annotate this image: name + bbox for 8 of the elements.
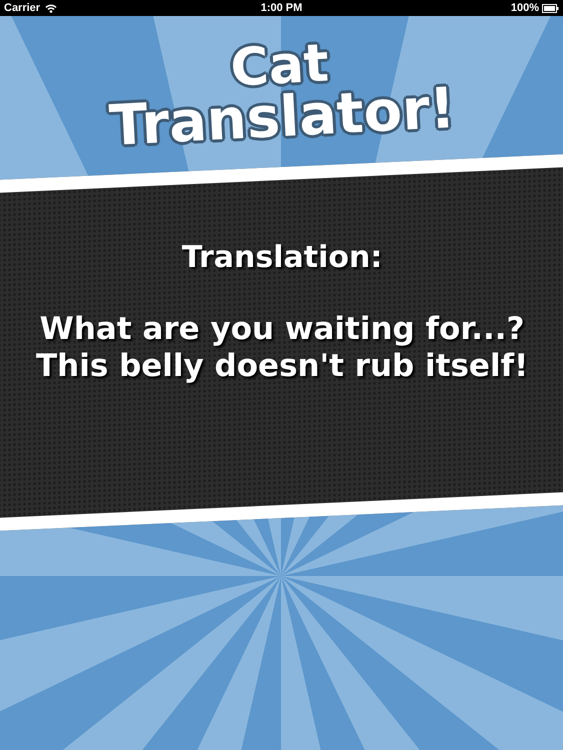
battery-percent: 100% bbox=[510, 2, 539, 14]
carrier-label: Carrier bbox=[4, 2, 40, 14]
translation-text: This belly doesn't rub itself! bbox=[35, 348, 528, 385]
clock-time: 1:00 PM bbox=[260, 2, 302, 14]
wifi-icon bbox=[45, 4, 58, 12]
translation-label: Translation: bbox=[181, 240, 382, 275]
translation-text: What are you waiting for...? bbox=[38, 310, 525, 348]
battery-icon bbox=[542, 4, 559, 12]
